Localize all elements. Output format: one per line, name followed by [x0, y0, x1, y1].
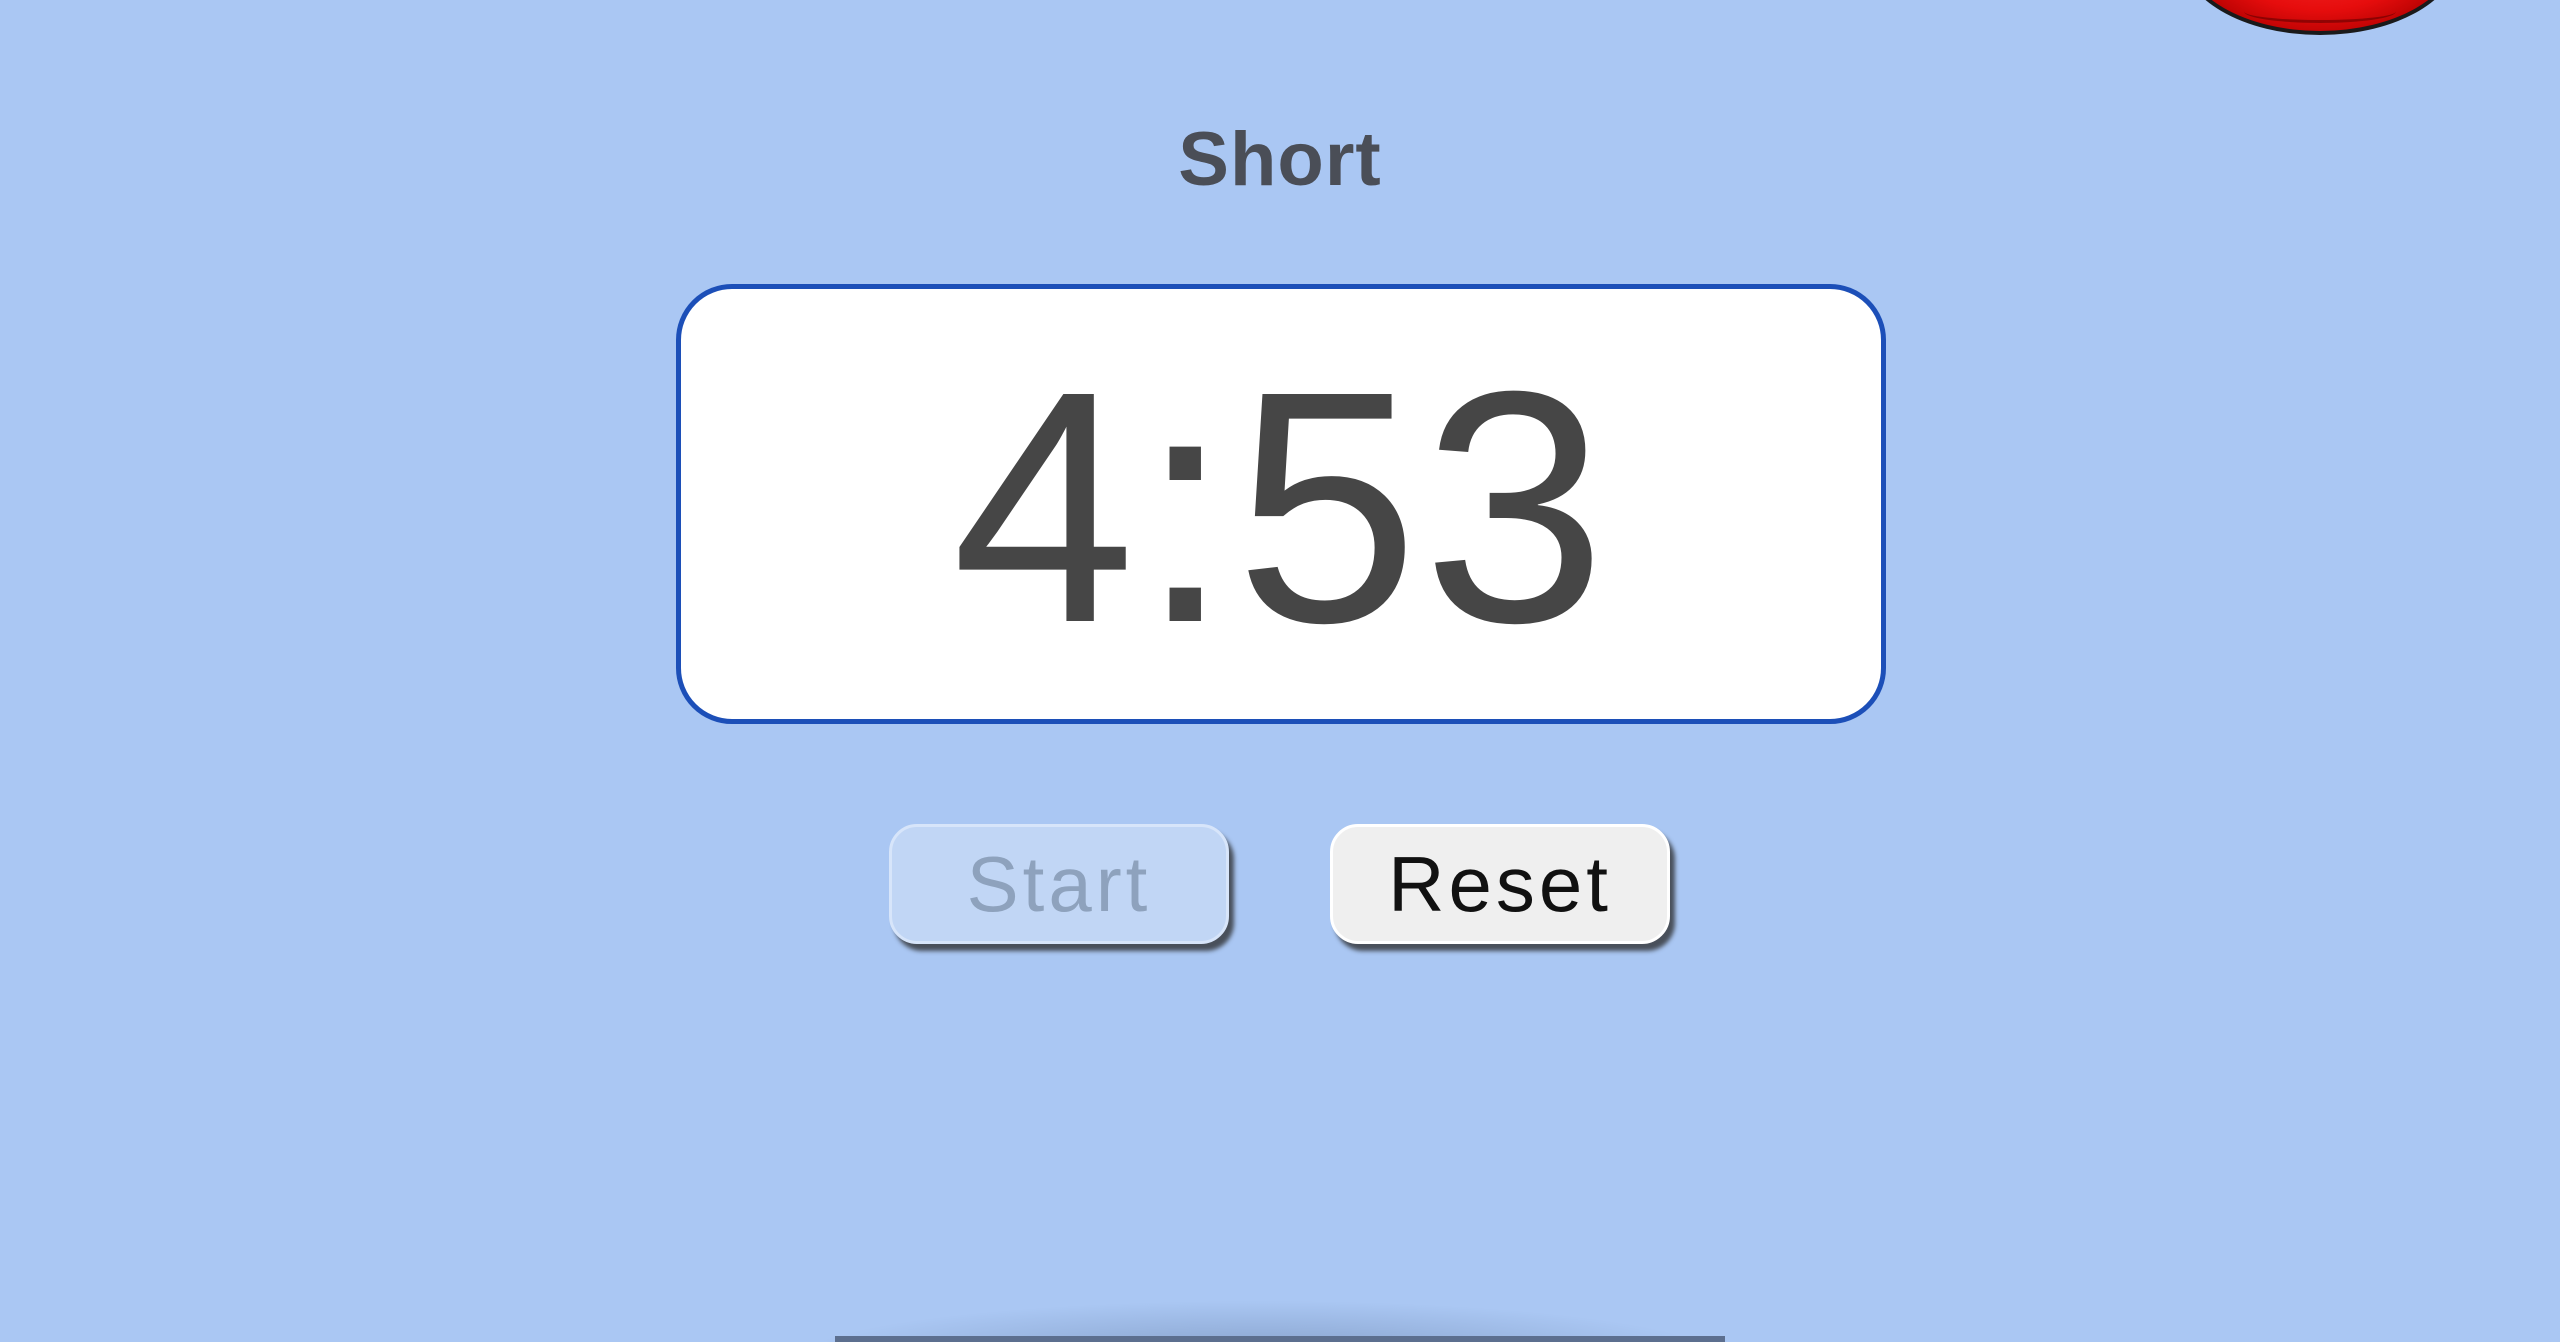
start-button[interactable]: Start [889, 824, 1229, 944]
timer-display: 4:53 [676, 284, 1886, 724]
decorative-red-blob [2180, 0, 2460, 35]
bottom-panel-edge [835, 1336, 1725, 1342]
reset-button[interactable]: Reset [1330, 824, 1670, 944]
timer-page: Short 4:53 Start Reset [0, 0, 2560, 1342]
time-remaining: 4:53 [951, 322, 1611, 691]
timer-mode-title: Short [1178, 117, 1382, 202]
